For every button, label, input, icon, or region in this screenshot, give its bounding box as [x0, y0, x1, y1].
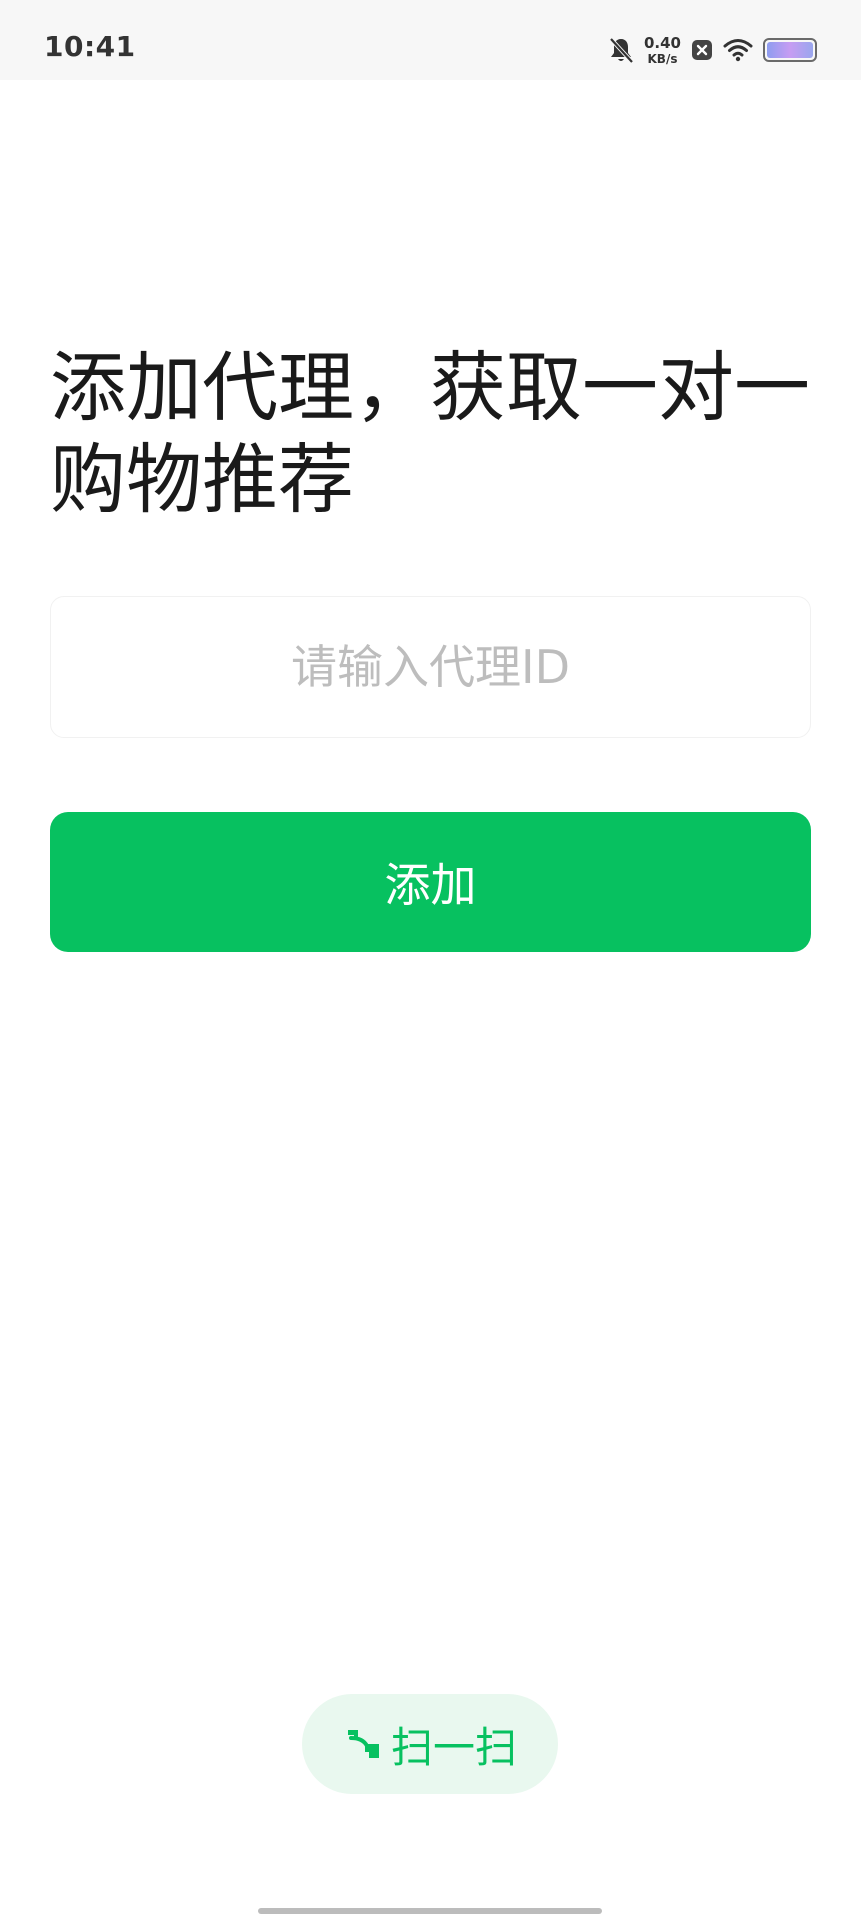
battery-icon — [763, 38, 817, 62]
status-icons: 0.40 KB/s — [608, 30, 817, 70]
wifi-icon — [723, 38, 753, 62]
scan-button[interactable]: 扫一扫 — [302, 1694, 558, 1794]
scan-icon — [343, 1726, 383, 1762]
bell-muted-icon — [608, 36, 634, 64]
status-bar: 10:41 0.40 KB/s — [0, 0, 861, 80]
network-speed-value: 0.40 — [643, 33, 681, 52]
network-speed-unit: KB/s — [647, 51, 678, 66]
agent-id-field[interactable] — [50, 596, 811, 738]
home-indicator[interactable] — [258, 1908, 602, 1914]
agent-id-input[interactable] — [51, 597, 810, 737]
battery-fill — [767, 42, 813, 58]
screen: 10:41 0.40 KB/s 添加代理，获取一对一购物推荐 请输入代理ID 添… — [0, 0, 861, 1920]
status-time: 10:41 — [44, 30, 136, 63]
close-box-icon — [691, 39, 713, 61]
scan-label: 扫一扫 — [390, 1722, 517, 1772]
page-title: 添加代理，获取一对一购物推荐 — [50, 343, 810, 524]
add-button[interactable]: 添加 — [50, 812, 811, 952]
network-speed: 0.40 KB/s — [643, 33, 681, 66]
